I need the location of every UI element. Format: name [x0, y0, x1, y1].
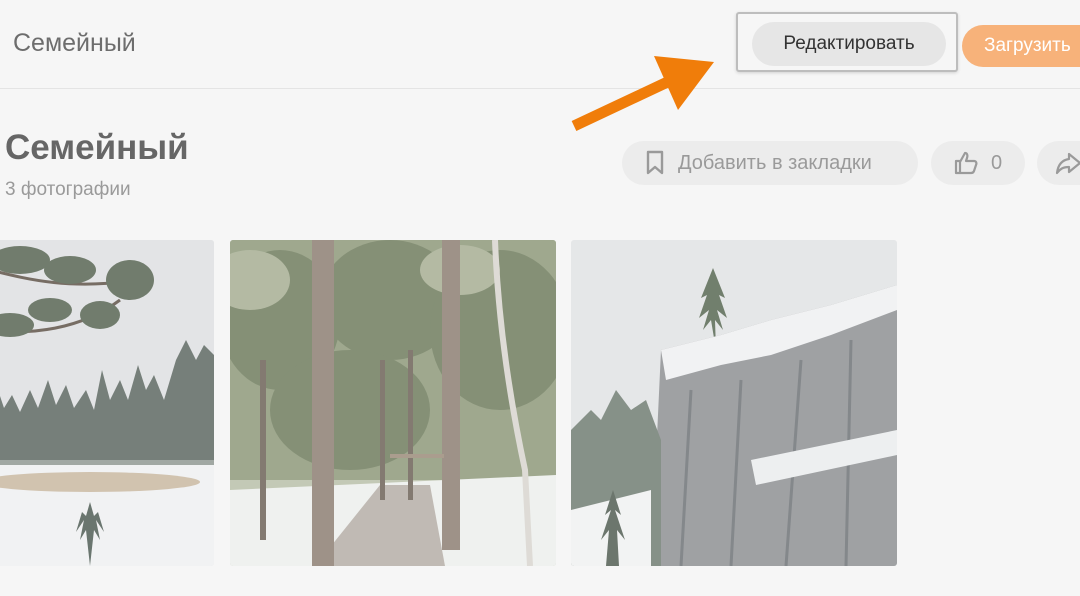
photo-snowy-cliff[interactable]	[571, 240, 897, 566]
bookmark-label: Добавить в закладки	[678, 151, 872, 174]
photo-forest-path[interactable]	[230, 240, 556, 566]
thumbs-up-icon	[954, 151, 978, 175]
bookmark-icon	[646, 150, 664, 175]
share-icon	[1055, 152, 1080, 175]
bookmark-button[interactable]: Добавить в закладки	[622, 141, 918, 185]
like-count: 0	[991, 151, 1003, 174]
share-button[interactable]	[1037, 141, 1080, 185]
album-title: Семейный	[5, 128, 189, 167]
upload-button[interactable]: Загрузить	[962, 25, 1080, 67]
page-title: Семейный	[13, 29, 136, 57]
annotation-arrow-icon	[571, 56, 714, 131]
photo-frozen-lake[interactable]	[0, 240, 214, 566]
like-button[interactable]: 0	[931, 141, 1025, 185]
edit-button[interactable]: Редактировать	[752, 22, 946, 66]
photo-count: 3 фотографии	[5, 179, 131, 200]
